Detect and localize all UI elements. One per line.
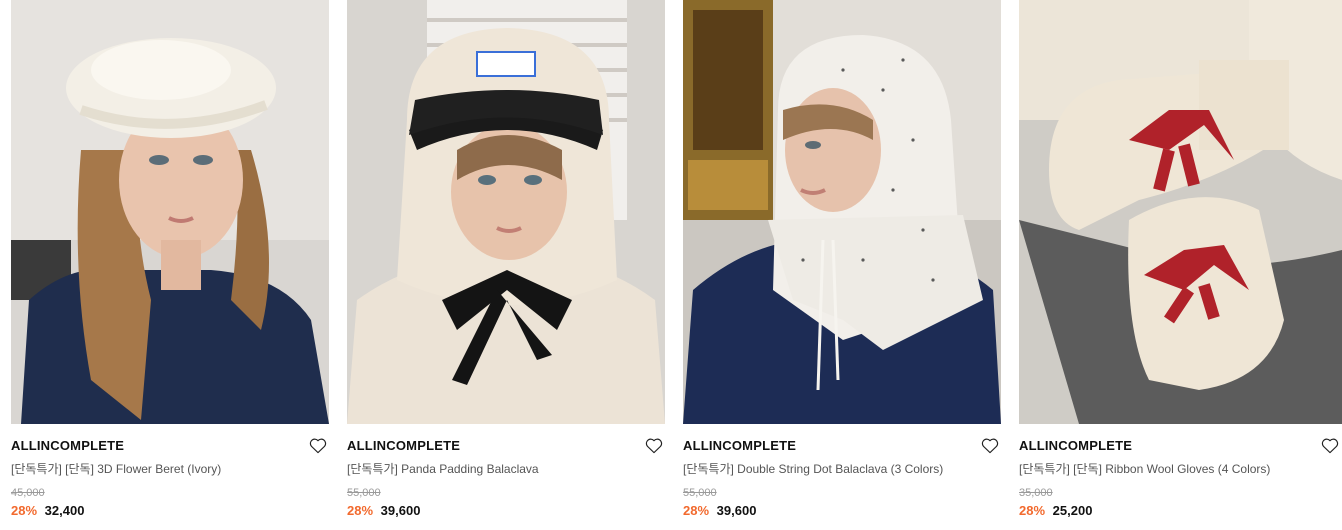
sale-price: 39,600 [716,503,757,518]
original-price: 55,000 [347,487,381,499]
original-price: 45,000 [11,487,45,499]
heart-outline-icon[interactable] [981,437,999,454]
brand-name[interactable]: ALLINCOMPLETE [1019,438,1132,453]
brand-name[interactable]: ALLINCOMPLETE [11,438,124,453]
heart-outline-icon[interactable] [1321,437,1339,454]
discount-rate: 28% [11,503,38,518]
product-image[interactable] [683,0,1001,424]
original-price: 55,000 [683,487,717,499]
product-grid: ALLINCOMPLETE [단독특가] [단독] 3D Flower Bere… [0,0,1342,530]
price-row: 28% 32,400 [11,502,84,520]
discount-rate: 28% [347,503,374,518]
product-card[interactable]: ALLINCOMPLETE [단독특가] Panda Padding Balac… [347,0,665,530]
brand-row: ALLINCOMPLETE [347,437,665,455]
brand-name[interactable]: ALLINCOMPLETE [683,438,796,453]
sale-price: 39,600 [380,503,421,518]
product-name[interactable]: [단독특가] Panda Padding Balaclava [347,461,539,477]
brand-name[interactable]: ALLINCOMPLETE [347,438,460,453]
brand-row: ALLINCOMPLETE [11,437,329,455]
product-card[interactable]: ALLINCOMPLETE [단독특가] [단독] Ribbon Wool Gl… [1019,0,1342,530]
product-image[interactable] [11,0,329,424]
product-name[interactable]: [단독특가] [단독] Ribbon Wool Gloves (4 Colors… [1019,461,1270,477]
brand-row: ALLINCOMPLETE [683,437,1001,455]
product-image[interactable] [1019,0,1342,424]
brand-row: ALLINCOMPLETE [1019,437,1342,455]
heart-outline-icon[interactable] [309,437,327,454]
product-name[interactable]: [단독특가] [단독] 3D Flower Beret (Ivory) [11,461,221,477]
product-card[interactable]: ALLINCOMPLETE [단독특가] [단독] 3D Flower Bere… [11,0,329,530]
price-row: 28% 39,600 [347,502,420,520]
sale-price: 25,200 [1052,503,1093,518]
product-card[interactable]: ALLINCOMPLETE [단독특가] Double String Dot B… [683,0,1001,530]
product-image[interactable] [347,0,665,424]
discount-rate: 28% [1019,503,1046,518]
product-name[interactable]: [단독특가] Double String Dot Balaclava (3 Co… [683,461,943,477]
heart-outline-icon[interactable] [645,437,663,454]
price-row: 28% 39,600 [683,502,756,520]
price-row: 28% 25,200 [1019,502,1092,520]
original-price: 35,000 [1019,487,1053,499]
sale-price: 32,400 [44,503,85,518]
discount-rate: 28% [683,503,710,518]
